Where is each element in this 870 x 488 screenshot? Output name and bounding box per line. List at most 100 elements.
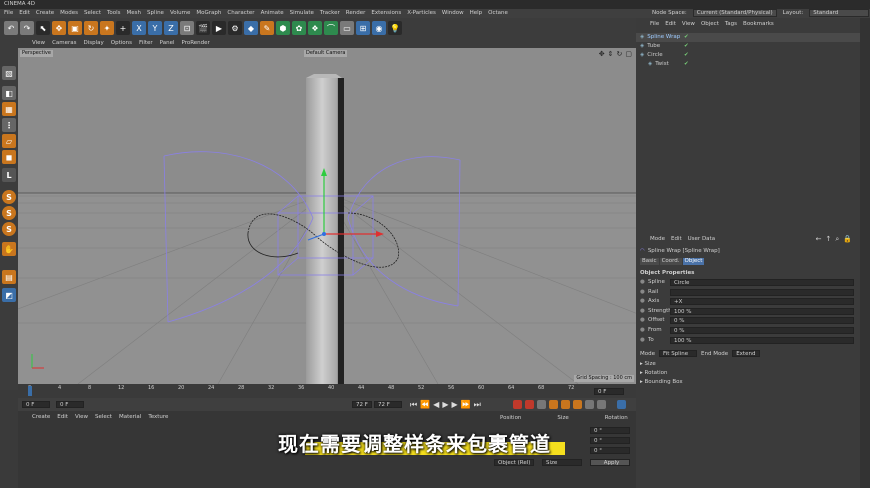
property-field[interactable]: [670, 288, 854, 296]
start-frame-field[interactable]: 0 F: [22, 401, 50, 408]
record-icon[interactable]: [513, 400, 522, 409]
menu-volume[interactable]: Volume: [170, 9, 190, 18]
recent-tools-icon[interactable]: ✦: [100, 21, 114, 35]
viewport-menu-filter[interactable]: Filter: [139, 38, 153, 48]
anim-dot-icon[interactable]: ●: [640, 326, 645, 335]
menu-render[interactable]: Render: [346, 9, 366, 18]
menu-edit[interactable]: Edit: [19, 9, 30, 18]
move-icon[interactable]: ✥: [52, 21, 66, 35]
menu-extensions[interactable]: Extensions: [371, 9, 401, 18]
up-icon[interactable]: ↑: [825, 235, 831, 244]
current-frame-field[interactable]: 0 F: [594, 388, 624, 395]
menu-simulate[interactable]: Simulate: [290, 9, 314, 18]
object-item[interactable]: ◈ Tube ✔: [636, 42, 860, 51]
property-field[interactable]: 0 %: [670, 317, 854, 325]
material-menu-material[interactable]: Material: [119, 414, 141, 420]
y-axis-icon[interactable]: Y: [148, 21, 162, 35]
preview-end-field[interactable]: 72 F: [352, 401, 372, 408]
tab-coord[interactable]: Coord.: [659, 258, 682, 265]
material-menu-texture[interactable]: Texture: [148, 414, 168, 420]
menu-tools[interactable]: Tools: [107, 9, 121, 18]
mode-select[interactable]: Fit Spline: [659, 350, 697, 357]
bend-icon[interactable]: ⌒: [324, 21, 338, 35]
maximize-icon[interactable]: ▢: [625, 50, 632, 58]
lock-icon[interactable]: 🔒: [843, 235, 852, 244]
menu-character[interactable]: Character: [227, 9, 254, 18]
menu-window[interactable]: Window: [442, 9, 464, 18]
anim-dot-icon[interactable]: ●: [640, 307, 645, 316]
rotate-icon[interactable]: ↻: [84, 21, 98, 35]
next-key-icon[interactable]: ⏩: [461, 400, 471, 410]
end-frame-field[interactable]: 72 F: [374, 401, 402, 408]
viewport-menu-prorender[interactable]: ProRender: [182, 38, 210, 48]
menu-octane[interactable]: Octane: [488, 9, 508, 18]
scale-key-icon[interactable]: [561, 400, 570, 409]
end-mode-select[interactable]: Extend: [732, 350, 761, 357]
coord-mode-select[interactable]: Object (Rel): [494, 459, 534, 466]
menu-spline[interactable]: Spline: [147, 9, 164, 18]
model-mode-icon[interactable]: ◧: [2, 86, 16, 100]
go-start-icon[interactable]: ⏮: [410, 400, 417, 410]
object-visibility-icon[interactable]: ✔: [684, 42, 689, 51]
position-key-icon[interactable]: [549, 400, 558, 409]
anim-dot-icon[interactable]: ●: [640, 278, 645, 287]
axis-mode-icon[interactable]: L: [2, 168, 16, 182]
object-visibility-icon[interactable]: ✔: [684, 51, 689, 60]
array-icon[interactable]: ✿: [292, 21, 306, 35]
timeline-ruler[interactable]: 04812162024283236404448525660646872: [28, 385, 574, 393]
menu-create[interactable]: Create: [36, 9, 54, 18]
tab-object[interactable]: Object: [682, 258, 705, 265]
object-menu-edit[interactable]: Edit: [665, 21, 676, 27]
object-visibility-icon[interactable]: ✔: [684, 33, 689, 42]
viewport[interactable]: Perspective Default Camera Grid Spacing …: [18, 48, 636, 384]
rotation-key-icon[interactable]: [573, 400, 582, 409]
orbit-icon[interactable]: ↻: [617, 50, 623, 58]
menu-mograph[interactable]: MoGraph: [196, 9, 221, 18]
object-menu-view[interactable]: View: [682, 21, 695, 27]
property-field[interactable]: Circle: [670, 279, 854, 286]
next-frame-icon[interactable]: ▶: [451, 400, 457, 410]
object-item[interactable]: ◈ Spline Wrap ✔: [636, 33, 860, 42]
keyframe-selection-icon[interactable]: [537, 400, 546, 409]
object-item[interactable]: ◈ Circle ✔: [636, 51, 860, 60]
render-settings-icon[interactable]: ⚙: [228, 21, 242, 35]
light-icon[interactable]: 💡: [388, 21, 402, 35]
viewport-menu-options[interactable]: Options: [111, 38, 132, 48]
menu-mesh[interactable]: Mesh: [127, 9, 141, 18]
attribute-menu-edit[interactable]: Edit: [671, 236, 682, 242]
object-menu-object[interactable]: Object: [701, 21, 719, 27]
property-group[interactable]: ▸ Bounding Box: [640, 378, 683, 387]
zoom-icon[interactable]: ⇕: [608, 50, 614, 58]
workplane-icon[interactable]: S: [2, 222, 16, 236]
prev-frame-icon[interactable]: ◀: [433, 400, 439, 410]
playhead[interactable]: [28, 386, 32, 396]
timeline[interactable]: 04812162024283236404448525660646872 0 F: [18, 384, 636, 398]
undo-icon[interactable]: ↶: [4, 21, 18, 35]
viewport-menu-cameras[interactable]: Cameras: [52, 38, 76, 48]
x-axis-icon[interactable]: X: [132, 21, 146, 35]
pan-icon[interactable]: ✥: [599, 50, 605, 58]
pla-key-icon[interactable]: [597, 400, 606, 409]
material-menu-select[interactable]: Select: [95, 414, 112, 420]
anim-dot-icon[interactable]: ●: [640, 316, 645, 325]
param-key-icon[interactable]: [585, 400, 594, 409]
layout-select[interactable]: Standard: [809, 9, 870, 17]
autokey-icon[interactable]: [525, 400, 534, 409]
camera-icon[interactable]: ◉: [372, 21, 386, 35]
anim-dot-icon[interactable]: ●: [640, 288, 645, 297]
menu-file[interactable]: File: [4, 9, 13, 18]
snap-icon[interactable]: S: [2, 190, 16, 204]
coordinate-system-icon[interactable]: ⊡: [180, 21, 194, 35]
preview-start-field[interactable]: 0 F: [56, 401, 84, 408]
object-menu-tags[interactable]: Tags: [725, 21, 737, 27]
cube-icon[interactable]: ◆: [244, 21, 258, 35]
property-field[interactable]: +X: [670, 298, 854, 306]
material-menu-view[interactable]: View: [75, 414, 88, 420]
texture-mode-icon[interactable]: ▦: [2, 102, 16, 116]
snap-settings-icon[interactable]: S: [2, 206, 16, 220]
property-field[interactable]: 0 %: [670, 327, 854, 334]
menu-select[interactable]: Select: [84, 9, 101, 18]
viewport-name[interactable]: Perspective: [20, 50, 53, 57]
viewport-menu-display[interactable]: Display: [84, 38, 104, 48]
make-editable-icon[interactable]: ▧: [2, 66, 16, 80]
